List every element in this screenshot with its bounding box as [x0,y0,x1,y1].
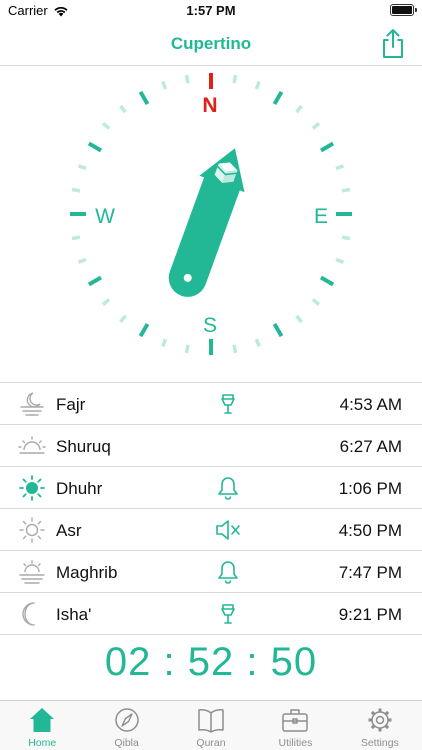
sunset-icon [19,560,45,584]
tab-qibla[interactable]: Qibla [84,701,168,750]
tab-label: Qibla [114,737,139,749]
next-prayer-countdown: 02 : 52 : 50 [0,640,422,685]
prayer-name: Isha' [56,605,92,624]
countdown-separator: : [246,640,259,684]
compass-tick [311,122,321,130]
prayer-time: 7:47 PM [338,563,402,582]
countdown-minutes: 52 [187,640,235,684]
prayer-times-list: Fajr 4:53 AM Shuruq 6:27 AM Dhuhr 1:06 P… [0,382,422,635]
compass-tick [232,344,238,354]
compass-tick [71,187,81,193]
compass-tick [295,104,303,114]
tab-settings[interactable]: Settings [338,701,422,750]
battery-icon [390,4,417,16]
compass-tick [138,90,150,106]
compass-tick [184,344,190,354]
prayer-time: 4:50 PM [338,521,402,540]
compass-tick [272,90,284,106]
tab-quran[interactable]: Quran [169,701,253,750]
sun-icon [19,475,45,501]
compass-tick [77,164,87,171]
compass-south-label: S [202,314,217,337]
compass-tick [161,338,168,348]
compass-tick [87,141,103,153]
share-button[interactable] [378,28,408,60]
prayer-name: Maghrib [56,563,118,582]
mute-icon[interactable] [214,517,242,543]
page-title: Cupertino [170,34,252,53]
compass-tick [161,80,168,90]
compass-tick [138,322,150,338]
share-icon [383,29,403,58]
tab-label: Utilities [278,737,313,749]
compass-tick [101,122,111,130]
compass-tick [341,235,351,241]
compass-tick [71,235,81,241]
compass-tick [184,74,190,84]
navigation-bar: Cupertino [0,22,422,66]
countdown-separator: : [163,640,176,684]
moon-icon [22,602,35,626]
compass-tick [311,298,321,306]
compass-tick [335,164,345,171]
compass-tick [319,141,335,153]
speaker-icon[interactable] [214,391,242,417]
compass-tick [254,338,261,348]
prayer-row-maghrib[interactable]: Maghrib 7:47 PM [0,551,422,593]
book-icon [198,709,224,733]
compass-tick [119,314,127,324]
tab-utilities[interactable]: Utilities [253,701,337,750]
compass-tick [232,74,238,84]
qibla-compass: N E S W [0,66,422,382]
countdown-seconds: 50 [270,640,318,684]
prayer-row-dhuhr[interactable]: Dhuhr 1:06 PM [0,467,422,509]
home-icon [30,708,55,732]
tab-label: Home [28,737,57,749]
compass-tick [295,314,303,324]
tab-home[interactable]: Home [0,701,84,750]
tab-bar: Home Qibla Quran Utilities Settings [0,700,422,750]
toolbox-icon [282,709,309,732]
prayer-time: 9:21 PM [338,605,402,624]
gear-icon [368,708,392,732]
compass-tick [335,257,345,264]
prayer-row-asr[interactable]: Asr 4:50 PM [0,509,422,551]
compass-east-label: E [313,205,328,228]
prayer-row-isha[interactable]: Isha' 9:21 PM [0,593,422,635]
prayer-row-fajr[interactable]: Fajr 4:53 AM [0,383,422,425]
bell-icon[interactable] [214,475,242,501]
compass-tick [254,80,261,90]
compass-tick [341,187,351,193]
compass-tick [272,322,284,338]
status-time: 1:57 PM [186,3,236,18]
compass-tick [119,104,127,114]
qibla-arrow-icon [168,148,245,297]
compass-tick [77,257,87,264]
prayer-row-shuruq[interactable]: Shuruq 6:27 AM [0,425,422,467]
speaker-icon[interactable] [214,601,242,627]
compass-tick [101,298,111,306]
bell-icon[interactable] [214,559,242,585]
prayer-time: 4:53 AM [339,395,402,414]
prayer-time: 6:27 AM [339,437,402,456]
prayer-name: Dhuhr [56,479,103,498]
status-bar: Carrier 1:57 PM [0,0,422,22]
fajr-icon [20,392,44,416]
prayer-name: Asr [56,521,82,540]
compass-north-label: N [202,94,218,117]
compass-tick [319,275,335,287]
countdown-hours: 02 [104,640,152,684]
prayer-name: Shuruq [56,437,111,456]
sunrise-icon [18,436,46,454]
compass-west-label: W [95,205,115,228]
tab-label: Quran [196,737,226,749]
tab-label: Settings [360,737,399,749]
sun-outline-icon [19,517,45,543]
prayer-time: 1:06 PM [338,479,402,498]
prayer-name: Fajr [56,395,86,414]
compass-tick [87,275,103,287]
compass-icon [114,708,139,732]
